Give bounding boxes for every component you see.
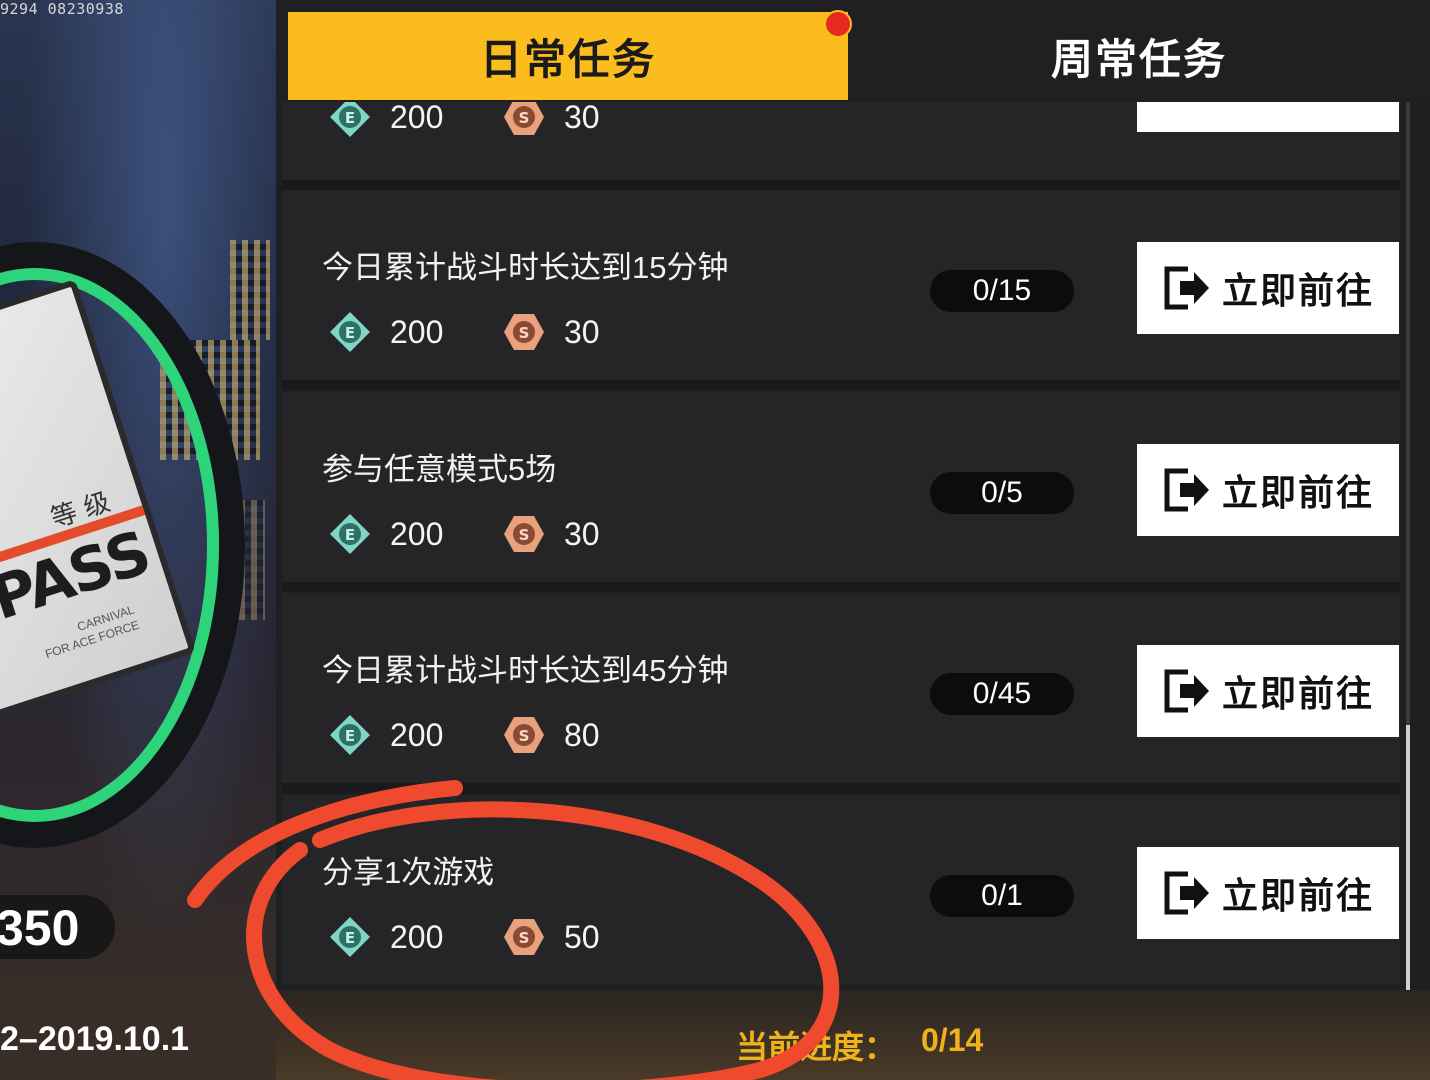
tab-daily-tasks[interactable]: 日常任务 xyxy=(288,12,848,100)
svg-text:S: S xyxy=(519,929,530,947)
go-now-button[interactable]: 立即前往 xyxy=(1137,242,1399,334)
reward-s-value: 50 xyxy=(564,918,600,955)
pass-background-panel: 等 级 PASS CARNIVAL FOR ACE FORCE 350 2–20… xyxy=(0,0,276,1080)
go-now-label: 立即前往 xyxy=(1221,472,1374,513)
task-list[interactable]: E 200 S 30 今日累计战斗时长达到15分钟 E 200 S 30 0/1… xyxy=(282,0,1400,990)
e-coin-icon: E xyxy=(330,917,370,957)
overall-progress-label: 当前进度： xyxy=(736,1029,897,1065)
reward-e: E 200 xyxy=(328,915,443,959)
task-progress: 0/5 xyxy=(930,472,1074,514)
go-now-label: 立即前往 xyxy=(1221,875,1374,916)
s-coin-icon: S xyxy=(504,314,544,350)
e-coin-icon: E xyxy=(330,715,370,755)
scrollbar-thumb[interactable] xyxy=(1406,725,1410,990)
task-progress: 0/1 xyxy=(930,875,1074,917)
season-date-range: 2–2019.10.1 xyxy=(0,1020,190,1058)
task-progress: 0/15 xyxy=(930,270,1074,312)
svg-text:E: E xyxy=(345,109,355,127)
reward-e: E 200 xyxy=(328,310,443,354)
svg-text:S: S xyxy=(519,526,530,544)
exit-arrow-icon xyxy=(1164,266,1209,310)
task-title: 分享1次游戏 xyxy=(322,855,495,890)
reward-e-value: 200 xyxy=(390,98,444,135)
go-now-button[interactable]: 立即前往 xyxy=(1137,645,1399,737)
reward-s-value: 30 xyxy=(564,313,600,350)
task-row: 今日累计战斗时长达到45分钟 E 200 S 80 0/45 立即前往 xyxy=(282,593,1400,793)
reward-e-value: 200 xyxy=(390,313,444,350)
city-lights xyxy=(230,240,270,340)
reward-s: S 50 xyxy=(502,915,600,959)
svg-text:E: E xyxy=(345,324,355,342)
build-code: 9294 08230938 xyxy=(0,0,124,18)
task-title: 参与任意模式5场 xyxy=(322,452,557,487)
task-title: 今日累计战斗时长达到15分钟 xyxy=(322,250,729,285)
reward-s: S 80 xyxy=(502,713,600,757)
go-now-button[interactable]: 立即前往 xyxy=(1137,847,1399,939)
go-now-label: 立即前往 xyxy=(1221,673,1374,714)
reward-s-value: 30 xyxy=(564,515,600,552)
task-progress: 0/45 xyxy=(930,673,1074,715)
reward-s-value: 80 xyxy=(564,716,600,753)
score-value: 350 xyxy=(0,900,80,956)
svg-text:S: S xyxy=(519,109,530,127)
exit-arrow-icon xyxy=(1164,468,1209,512)
e-coin-icon: E xyxy=(330,514,370,554)
svg-text:E: E xyxy=(345,526,355,544)
svg-text:S: S xyxy=(519,727,530,745)
go-now-label: 立即前往 xyxy=(1221,270,1374,311)
task-row: 参与任意模式5场 E 200 S 30 0/5 立即前往 xyxy=(282,392,1400,592)
tab-bar: 日常任务 周常任务 xyxy=(276,0,1430,102)
svg-text:E: E xyxy=(345,727,355,745)
svg-text:E: E xyxy=(345,929,355,947)
reward-s-value: 30 xyxy=(564,98,600,135)
e-coin-icon: E xyxy=(330,312,370,352)
task-row: 分享1次游戏 E 200 S 50 0/1 立即前往 xyxy=(282,795,1400,985)
reward-e-value: 200 xyxy=(390,918,444,955)
s-coin-icon: S xyxy=(504,516,544,552)
task-row: 今日累计战斗时长达到15分钟 E 200 S 30 0/15 立即前往 xyxy=(282,190,1400,390)
task-title: 今日累计战斗时长达到45分钟 xyxy=(322,653,729,688)
notification-dot xyxy=(824,10,852,38)
reward-s: S 30 xyxy=(502,512,600,556)
exit-arrow-icon xyxy=(1164,669,1209,713)
city-lights xyxy=(215,500,265,620)
task-panel: E 200 S 30 今日累计战斗时长达到15分钟 E 200 S 30 0/1… xyxy=(276,0,1430,1080)
reward-s: S 30 xyxy=(502,310,600,354)
s-coin-icon: S xyxy=(504,919,544,955)
s-coin-icon: S xyxy=(504,717,544,753)
overall-progress-value: 0/14 xyxy=(921,1022,984,1058)
exit-arrow-icon xyxy=(1164,871,1209,915)
go-now-button[interactable]: 立即前往 xyxy=(1137,444,1399,536)
reward-e: E 200 xyxy=(328,512,443,556)
reward-e-value: 200 xyxy=(390,716,444,753)
reward-e: E 200 xyxy=(328,713,443,757)
tab-weekly-tasks[interactable]: 周常任务 xyxy=(848,12,1430,100)
svg-text:S: S xyxy=(519,324,530,342)
reward-e-value: 200 xyxy=(390,515,444,552)
